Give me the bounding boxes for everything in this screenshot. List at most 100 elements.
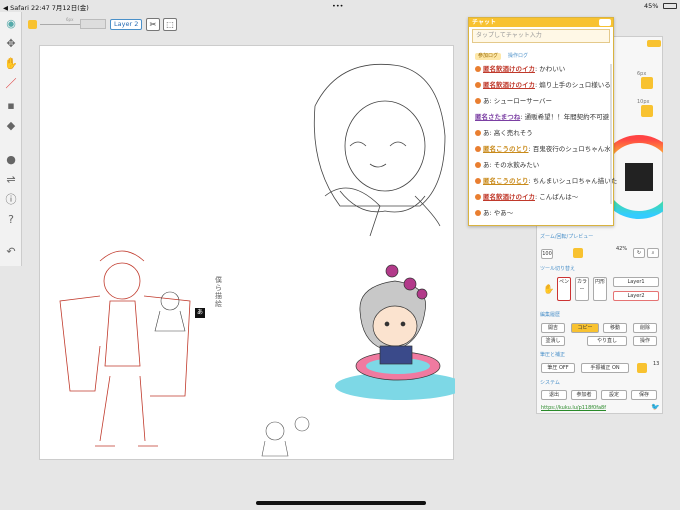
fill-button[interactable]: 塗潰し [541, 336, 565, 346]
user-icon [475, 178, 481, 184]
app-logo-icon: ◉ [6, 17, 16, 30]
tab-operation-log[interactable]: 操作ログ [505, 53, 531, 60]
chat-message: 匿名飲酒けのイカ: こんばんは〜 [475, 191, 578, 201]
chat-text: : 百鬼夜行のシュロちゃん水 [528, 145, 611, 153]
assist-knob[interactable] [637, 363, 647, 373]
pressure-button[interactable]: 筆圧 OFF [541, 363, 575, 373]
color-box-1[interactable] [641, 77, 653, 89]
color-box-2[interactable] [641, 105, 653, 117]
user-icon [475, 82, 481, 88]
tab-join-log[interactable]: 参加ログ [475, 53, 502, 60]
user-cursor-tag: あ [195, 308, 205, 318]
size-box[interactable] [80, 19, 106, 29]
search-icon[interactable]: ⌕ [647, 248, 659, 258]
layer-2-button[interactable]: Layer2 [613, 291, 659, 301]
edit-btn-1[interactable]: 開吉 [541, 323, 565, 333]
pen-icon[interactable]: ／ [3, 76, 19, 92]
chat-message: あ: その水飲みたい [475, 159, 539, 169]
help-icon[interactable]: ? [3, 212, 19, 228]
chat-text: : かわいい [535, 65, 566, 73]
select-icon[interactable]: ⬚ [163, 18, 177, 31]
zoom-value[interactable]: 100 [541, 249, 553, 259]
tool-pen[interactable]: ペン [557, 277, 571, 301]
chat-text: : 煽り上手のシュロ様いる [535, 81, 611, 89]
tool-circle[interactable]: 円形 [593, 277, 607, 301]
move-button[interactable]: 移動 [603, 323, 627, 333]
chat-title: チャット [469, 18, 613, 27]
chat-username[interactable]: 匿名飲酒けのイカ [483, 65, 535, 73]
tool-color[interactable]: カラー [575, 277, 589, 301]
scissors-icon[interactable]: ✂ [146, 18, 160, 31]
chat-username[interactable]: 匿名さたまつね [475, 113, 520, 121]
canvas-text: 僕ら描絵 [215, 276, 222, 308]
assist-value: 13 [653, 361, 660, 367]
settings-button[interactable]: 設定 [601, 390, 627, 400]
rotate-icon[interactable]: ↻ [633, 248, 645, 258]
top-toolbar: 6px Layer 2 ✂ ⬚ [22, 12, 462, 36]
battery-text: 45% [644, 2, 659, 10]
stabilizer-button[interactable]: 手振補正 ON [581, 363, 629, 373]
assist-section-title: 筆圧と補正 [540, 352, 566, 358]
status-bar: ◀ Safari 22:47 7月12日(金) ••• 45% [0, 0, 680, 12]
twitter-icon[interactable]: 🐦 [651, 403, 660, 411]
chat-text: : こんばんは〜 [535, 193, 579, 201]
user-icon [475, 66, 481, 72]
chat-window: チャット タップしてチャット入力 参加ログ 操作ログ 匿名飲酒けのイカ: かわい… [468, 17, 617, 226]
chat-text: : ちんまいシュロちゃん描いた [528, 177, 618, 185]
copy-button[interactable]: コピー [571, 323, 599, 333]
sketch-small-bear [261, 416, 310, 457]
chat-input[interactable]: タップしてチャット入力 [472, 29, 610, 43]
system-section-title: システム [540, 380, 560, 386]
user-icon [475, 98, 481, 104]
move-icon[interactable]: ✥ [3, 36, 19, 52]
exit-button[interactable]: 退出 [541, 390, 567, 400]
sketch-character-left [59, 250, 191, 447]
room-url-link[interactable]: https://kuku.lu/p118f0fa8f [541, 405, 606, 411]
hand-tool-icon[interactable]: ✋ [543, 285, 554, 295]
undo-icon[interactable]: ↶ [3, 244, 19, 260]
status-left: ◀ Safari 22:47 7月12日(金) [3, 4, 89, 12]
tool-section-title: ツール切り替え [540, 266, 576, 272]
zoom-percent: 42% [616, 246, 628, 252]
size-label: 6px [66, 17, 74, 22]
eraser-icon[interactable]: ▪ [3, 98, 19, 114]
chat-scrollbar[interactable] [610, 64, 612, 204]
layer-1-button[interactable]: Layer1 [613, 277, 659, 287]
zoom-slider-knob[interactable] [573, 248, 583, 258]
chat-username[interactable]: 匿名こうのとり [483, 177, 529, 185]
chat-text: : その水飲みたい [489, 161, 540, 169]
chat-message: 匿名さたまつね: 通販希望！！年間契約不可避 [475, 111, 609, 121]
fill-icon[interactable]: ◆ [3, 118, 19, 134]
edit-section-title: 編集履歴 [540, 312, 561, 318]
chibi-character [335, 264, 465, 400]
color-swatch[interactable] [28, 20, 37, 29]
chat-icon[interactable]: ● [3, 152, 19, 168]
tool-sidebar: ◉ ✥ ✋ ／ ▪ ◆ ● ⇌ ⓘ ? ↶ [0, 12, 22, 266]
chat-close-button[interactable] [599, 19, 611, 26]
battery-icon [663, 3, 677, 9]
user-icon [475, 162, 481, 168]
flip-icon[interactable]: ⇌ [3, 172, 19, 188]
chat-text: : 高く売れそう [489, 129, 533, 137]
redo-button[interactable]: やり直し [587, 336, 627, 346]
home-indicator [256, 501, 426, 505]
delete-button[interactable]: 削除 [633, 323, 657, 333]
multitask-dots[interactable]: ••• [332, 2, 344, 10]
hand-icon[interactable]: ✋ [3, 56, 19, 72]
chat-username[interactable]: 匿名こうのとり [483, 145, 529, 153]
zoom-section-title: ズーム/回転/プレビュー [540, 234, 594, 240]
chat-text: : 通販希望！！年間契約不可避 [520, 113, 610, 121]
info-icon[interactable]: ⓘ [3, 192, 19, 208]
drawing-canvas[interactable]: あ 僕ら描絵 [39, 45, 465, 460]
chat-username[interactable]: 匿名飲酒けのイカ [483, 81, 535, 89]
operation-button[interactable]: 操作 [633, 336, 657, 346]
layer-button[interactable]: Layer 2 [110, 19, 143, 30]
chat-text: : シューローサーバー [489, 97, 553, 105]
chat-message: 匿名飲酒けのイカ: 煽り上手のシュロ様いる [475, 79, 611, 89]
chat-message: あ: シューローサーバー [475, 95, 552, 105]
panel-toggle[interactable] [647, 40, 661, 47]
user-icon [475, 130, 481, 136]
save-button[interactable]: 保存 [631, 390, 657, 400]
participants-button[interactable]: 参加者 [571, 390, 597, 400]
chat-username[interactable]: 匿名飲酒けのイカ [483, 193, 535, 201]
